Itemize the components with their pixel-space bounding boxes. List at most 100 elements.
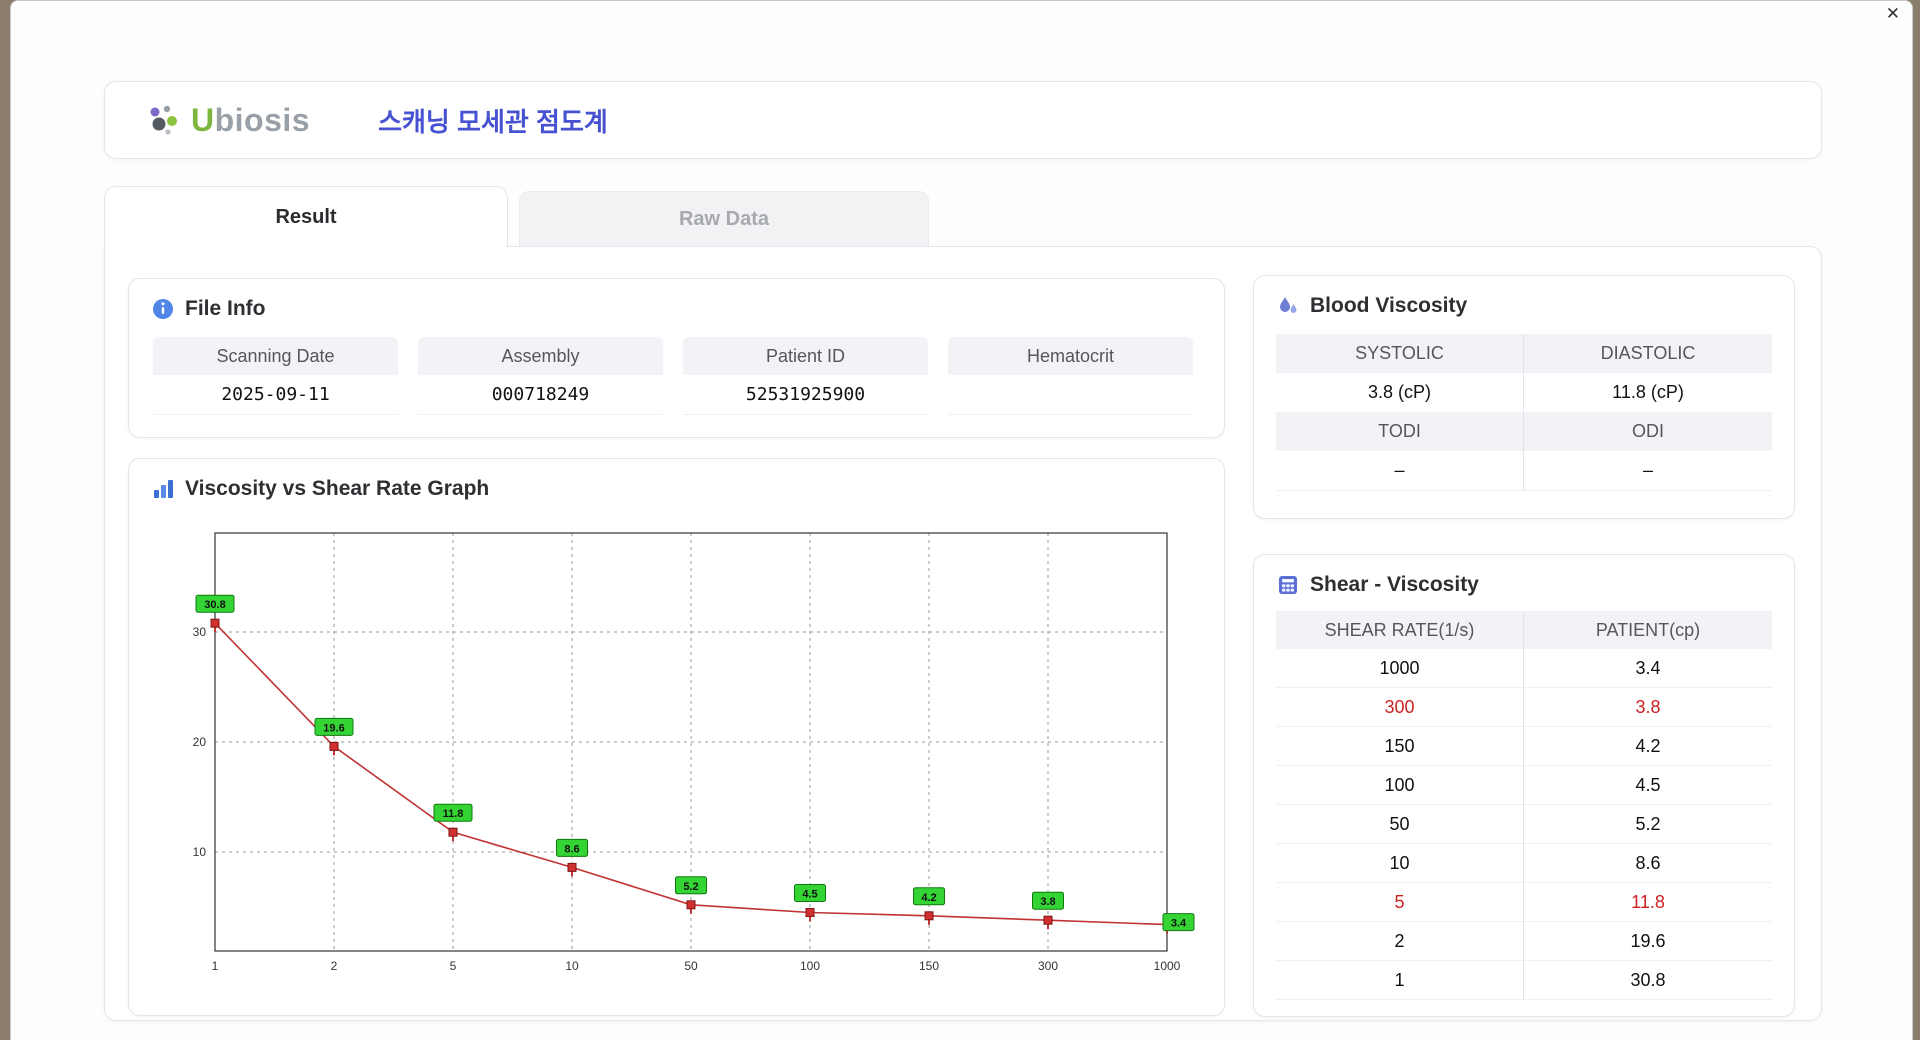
blood-viscosity-card: Blood Viscosity SYSTOLIC DIASTOLIC 3.8 (… (1253, 275, 1795, 519)
todi-value: – (1276, 451, 1524, 490)
chart-point-label-text: 4.5 (802, 889, 817, 901)
systolic-value: 3.8 (cP) (1276, 373, 1524, 412)
patient-value: 4.5 (1635, 774, 1661, 795)
field-label: Patient ID (683, 337, 928, 375)
logo-text: Ubiosis (191, 102, 310, 139)
viscosity-graph-card: Viscosity vs Shear Rate Graph 1 2 5 10 50 100… (128, 458, 1225, 1016)
y-tick-label: 20 (193, 735, 207, 749)
x-tick-label: 300 (1038, 959, 1058, 973)
logo-rest: biosis (214, 101, 311, 138)
field-value: 2025-09-11 (153, 375, 398, 415)
field-value: 000718249 (418, 375, 663, 415)
shear-rate-value: 1000 (1276, 649, 1524, 687)
chart-marker (210, 618, 220, 628)
shear-rate-value: 150 (1276, 727, 1524, 765)
page-title: 스캐닝 모세관 점도계 (378, 106, 608, 137)
chart-point-label-text: 4.2 (921, 892, 936, 904)
todi-label: TODI (1276, 412, 1524, 451)
chart-marker (924, 911, 934, 921)
ubiosis-logo: Ubiosis (145, 100, 310, 140)
chart-marker (805, 908, 815, 917)
shear-viscosity-title: Shear - Viscosity (1310, 573, 1479, 596)
diastolic-label: DIASTOLIC (1600, 343, 1696, 363)
tab-raw-data-label: Raw Data (678, 207, 770, 230)
chart-point-label-text: 8.6 (564, 843, 579, 855)
col-shear-rate: SHEAR RATE(1/s) (1276, 611, 1524, 649)
chart-marker (448, 827, 458, 837)
field-label: Scanning Date (153, 337, 398, 375)
file-info-title: File Info (185, 297, 266, 320)
field-scanning-date: Scanning Date 2025-09-11 (153, 337, 398, 415)
shear-rate-value: 2 (1276, 922, 1524, 960)
x-tick-label: 10 (565, 959, 579, 973)
chart-point-label-text: 30.8 (204, 599, 225, 611)
patient-value: 11.8 (1631, 891, 1665, 912)
patient-value: 3.8 (1635, 696, 1661, 717)
field-label: Hematocrit (948, 337, 1193, 375)
blood-viscosity-grid: SYSTOLIC DIASTOLIC 3.8 (cP) 11.8 (cP) TO… (1276, 334, 1772, 491)
tab-result-label: Result (275, 205, 337, 228)
chart-marker (329, 741, 339, 751)
patient-value: 19.6 (1630, 930, 1666, 951)
table-row: 100 4.5 (1276, 766, 1772, 805)
shear-rate-value: 1 (1276, 961, 1524, 999)
shear-rate-value: 10 (1276, 844, 1524, 882)
table-row: 2 19.6 (1276, 922, 1772, 961)
header: Ubiosis 스캐닝 모세관 점도계 (104, 81, 1822, 159)
result-panel: File Info Scanning Date 2025-09-11 Assem… (104, 246, 1822, 1021)
odi-value: – (1524, 451, 1772, 490)
info-icon (153, 299, 173, 319)
viscosity-chart: 1 2 5 10 50 100 150 300 1000 10 20 30 30.8 19.6 11.8 8.… (157, 517, 1197, 992)
field-patient-id: Patient ID 52531925900 (683, 337, 928, 415)
y-tick-label: 10 (193, 845, 207, 859)
droplet-icon (1280, 297, 1297, 313)
file-info-card: File Info Scanning Date 2025-09-11 Assem… (128, 278, 1225, 438)
chart-marker (567, 862, 577, 872)
x-tick-label: 5 (450, 959, 457, 973)
tab-result[interactable]: Result (104, 186, 508, 247)
x-tick-label: 1 (212, 959, 219, 973)
x-tick-label: 150 (919, 959, 939, 973)
shear-rate-value: 50 (1276, 805, 1524, 843)
shear-rate-value: 100 (1276, 766, 1524, 804)
bar-chart-icon (154, 480, 173, 498)
graph-title: Viscosity vs Shear Rate Graph (185, 477, 490, 500)
chart-point-label-text: 19.6 (323, 722, 344, 734)
odi-label: ODI (1631, 421, 1664, 441)
chart-point-label-text: 11.8 (443, 808, 464, 820)
x-tick-label: 1000 (1154, 959, 1181, 973)
table-row: 50 5.2 (1276, 805, 1772, 844)
chart-canvas: 1 2 5 10 50 100 150 300 1000 10 20 30 30.8 19.6 11.8 8.… (193, 532, 1195, 973)
close-icon[interactable]: ✕ (1886, 3, 1900, 25)
field-label: Assembly (418, 337, 663, 375)
patient-value: 8.6 (1635, 852, 1661, 873)
app-window: ✕ Ubiosis 스캐닝 모세관 점도계 Result Raw Data Fi… (10, 0, 1913, 1040)
x-tick-label: 100 (800, 959, 820, 973)
chart-marker (686, 900, 696, 910)
patient-value: 3.4 (1635, 657, 1661, 678)
blood-viscosity-title: Blood Viscosity (1310, 294, 1468, 317)
shear-viscosity-card: Shear - Viscosity SHEAR RATE(1/s) PATIEN… (1253, 554, 1795, 1017)
x-tick-label: 50 (684, 959, 698, 973)
field-value: 52531925900 (683, 375, 928, 415)
shear-viscosity-table: SHEAR RATE(1/s) PATIENT(cp) 1000 3.4 300… (1276, 611, 1772, 1000)
table-row: 1000 3.4 (1276, 649, 1772, 688)
patient-value: 5.2 (1635, 813, 1661, 834)
shear-rate-value: 5 (1276, 883, 1524, 921)
field-assembly: Assembly 000718249 (418, 337, 663, 415)
table-row: 5 11.8 (1276, 883, 1772, 922)
field-hematocrit: Hematocrit (948, 337, 1193, 415)
systolic-label: SYSTOLIC (1276, 334, 1524, 373)
chart-marker (1043, 915, 1053, 925)
patient-value: 30.8 (1630, 969, 1666, 990)
table-row: 150 4.2 (1276, 727, 1772, 766)
tab-raw-data[interactable]: Raw Data (519, 191, 929, 246)
table-row: 300 3.8 (1276, 688, 1772, 727)
table-icon (1279, 576, 1297, 594)
patient-value: 4.2 (1635, 735, 1661, 756)
x-tick-label: 2 (331, 959, 338, 973)
col-patient: PATIENT(cp) (1595, 619, 1701, 640)
table-row: 10 8.6 (1276, 844, 1772, 883)
field-value (948, 375, 1193, 415)
table-row: 1 30.8 (1276, 961, 1772, 1000)
